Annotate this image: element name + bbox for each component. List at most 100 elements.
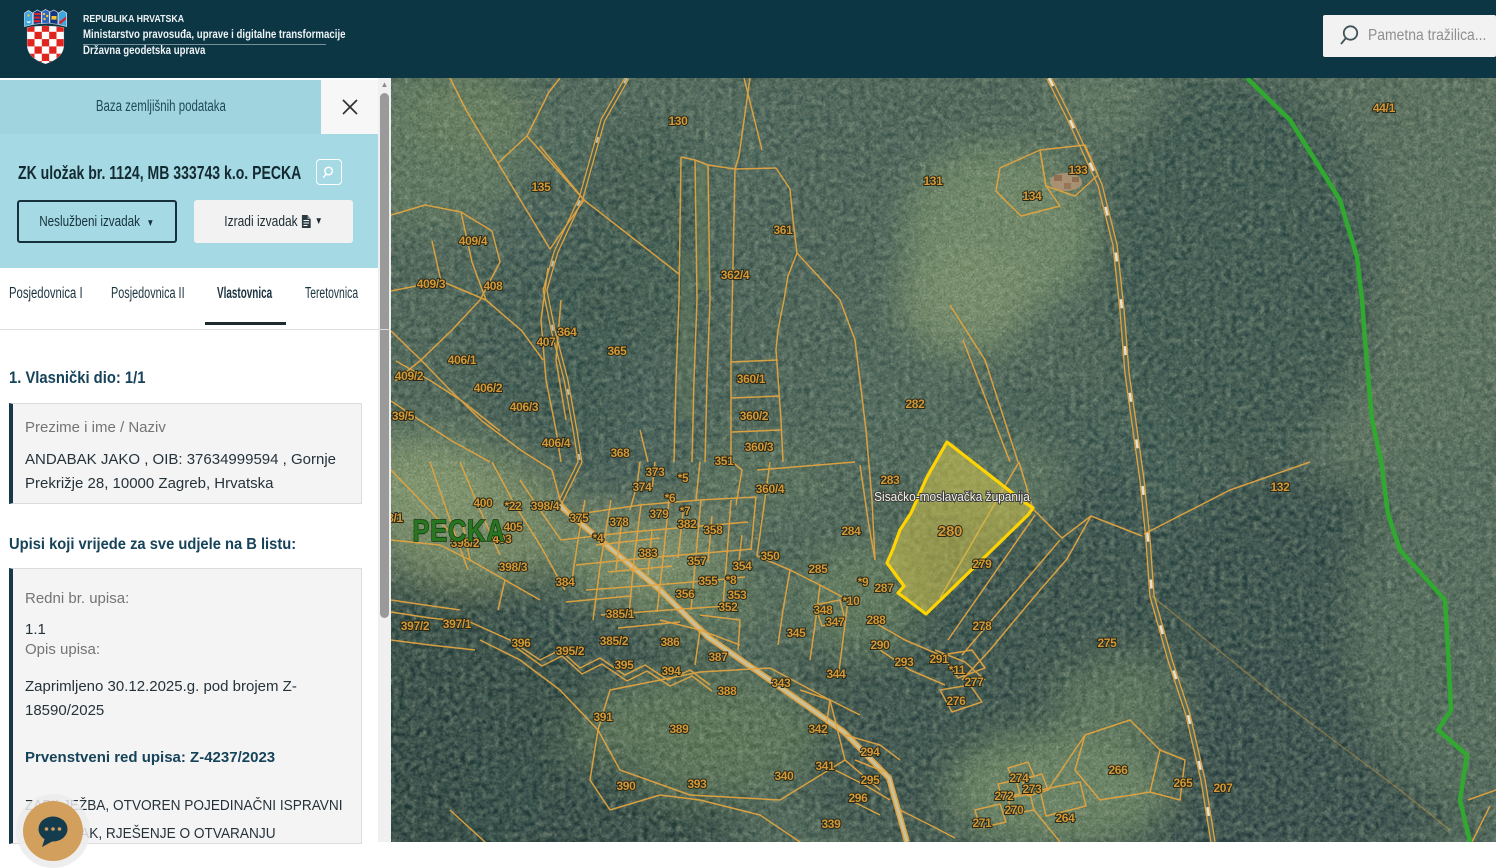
svg-text:Sisačko-moslavačka županija: Sisačko-moslavačka županija — [874, 490, 1030, 504]
svg-text:395/2: 395/2 — [556, 644, 585, 658]
svg-text:*8: *8 — [726, 573, 737, 587]
svg-text:345: 345 — [786, 626, 806, 640]
svg-text:385/2: 385/2 — [600, 634, 629, 648]
svg-text:133: 133 — [1068, 163, 1088, 177]
svg-text:294: 294 — [860, 745, 880, 759]
svg-text:351: 351 — [714, 454, 734, 468]
svg-text:135: 135 — [531, 180, 551, 194]
svg-text:378: 378 — [609, 515, 629, 529]
svg-text:283: 283 — [880, 473, 900, 487]
svg-text:409/3: 409/3 — [417, 277, 446, 291]
svg-text:361: 361 — [773, 223, 793, 237]
svg-text:406/3: 406/3 — [510, 400, 539, 414]
svg-text:132: 132 — [1270, 480, 1290, 494]
svg-text:130: 130 — [668, 114, 688, 128]
svg-text:397/1: 397/1 — [443, 617, 472, 631]
svg-text:407: 407 — [536, 335, 556, 349]
svg-text:134: 134 — [1022, 189, 1042, 203]
svg-text:273: 273 — [1022, 782, 1042, 796]
svg-text:388: 388 — [717, 684, 737, 698]
svg-text:131: 131 — [923, 174, 943, 188]
svg-text:350: 350 — [760, 549, 780, 563]
svg-text:387: 387 — [708, 650, 728, 664]
svg-text:339: 339 — [821, 817, 841, 831]
svg-text:39/5: 39/5 — [392, 409, 415, 423]
svg-text:395: 395 — [614, 658, 634, 672]
svg-text:277: 277 — [964, 675, 984, 689]
svg-text:389: 389 — [669, 722, 689, 736]
svg-text:362/4: 362/4 — [721, 268, 750, 282]
svg-text:391: 391 — [593, 710, 613, 724]
svg-text:393: 393 — [687, 777, 707, 791]
svg-text:*4: *4 — [593, 531, 604, 545]
svg-text:44/1: 44/1 — [1373, 101, 1396, 115]
svg-text:288: 288 — [866, 613, 886, 627]
svg-text:397/2: 397/2 — [401, 619, 430, 633]
svg-text:360/4: 360/4 — [756, 482, 785, 496]
svg-text:354: 354 — [732, 559, 752, 573]
svg-text:266: 266 — [1108, 763, 1128, 777]
svg-text:360/2: 360/2 — [740, 409, 769, 423]
svg-text:278: 278 — [972, 619, 992, 633]
svg-text:379: 379 — [649, 507, 669, 521]
svg-text:293: 293 — [894, 655, 914, 669]
svg-text:*11: *11 — [949, 663, 966, 677]
svg-text:*6: *6 — [665, 491, 676, 505]
svg-text:207: 207 — [1213, 781, 1233, 795]
svg-text:384: 384 — [555, 575, 575, 589]
svg-text:374: 374 — [632, 480, 652, 494]
svg-text:*5: *5 — [678, 471, 689, 485]
svg-text:*10: *10 — [842, 594, 860, 608]
svg-text:264: 264 — [1055, 811, 1075, 825]
svg-text:368: 368 — [610, 446, 630, 460]
svg-text:409/2: 409/2 — [395, 369, 424, 383]
svg-text:*9: *9 — [858, 575, 869, 589]
svg-text:406/2: 406/2 — [474, 381, 503, 395]
svg-text:358: 358 — [703, 523, 723, 537]
svg-text:409/4: 409/4 — [459, 234, 488, 248]
svg-text:280: 280 — [938, 523, 962, 540]
svg-text:400: 400 — [473, 496, 493, 510]
svg-text:347: 347 — [825, 615, 845, 629]
svg-text:*7: *7 — [680, 504, 691, 518]
svg-text:373: 373 — [645, 465, 665, 479]
svg-text:406/4: 406/4 — [542, 436, 571, 450]
svg-text:386: 386 — [660, 635, 680, 649]
svg-text:394: 394 — [661, 664, 681, 678]
svg-text:275: 275 — [1097, 636, 1117, 650]
svg-text:340: 340 — [774, 769, 794, 783]
svg-text:270: 270 — [1004, 803, 1024, 817]
svg-text:271: 271 — [972, 816, 992, 830]
svg-text:291: 291 — [929, 652, 949, 666]
svg-text:355: 355 — [698, 574, 718, 588]
svg-text:364: 364 — [557, 325, 577, 339]
svg-text:385/1: 385/1 — [606, 607, 635, 621]
svg-text:396: 396 — [511, 636, 531, 650]
svg-text:398/3: 398/3 — [499, 560, 528, 574]
svg-text:398/4: 398/4 — [531, 499, 560, 513]
svg-text:342: 342 — [808, 722, 828, 736]
svg-text:375: 375 — [569, 511, 589, 525]
svg-text:PECKA: PECKA — [412, 514, 505, 549]
svg-text:383: 383 — [638, 546, 658, 560]
svg-text:284: 284 — [841, 524, 861, 538]
svg-text:295: 295 — [860, 773, 880, 787]
svg-text:343: 343 — [771, 676, 791, 690]
svg-text:296: 296 — [848, 791, 868, 805]
svg-text:406/1: 406/1 — [448, 353, 477, 367]
svg-text:290: 290 — [870, 638, 890, 652]
svg-text:357: 357 — [687, 554, 707, 568]
svg-text:*22: *22 — [504, 499, 522, 513]
svg-text:360/3: 360/3 — [745, 440, 774, 454]
svg-text:285: 285 — [808, 562, 828, 576]
svg-text:356: 356 — [675, 587, 695, 601]
svg-text:365: 365 — [607, 344, 627, 358]
svg-text:341: 341 — [815, 759, 835, 773]
svg-text:282: 282 — [905, 397, 925, 411]
svg-text:276: 276 — [946, 694, 966, 708]
svg-text:265: 265 — [1173, 776, 1193, 790]
svg-text:272: 272 — [994, 789, 1014, 803]
svg-text:360/1: 360/1 — [737, 372, 766, 386]
svg-text:390: 390 — [616, 779, 636, 793]
svg-text:382: 382 — [677, 517, 697, 531]
